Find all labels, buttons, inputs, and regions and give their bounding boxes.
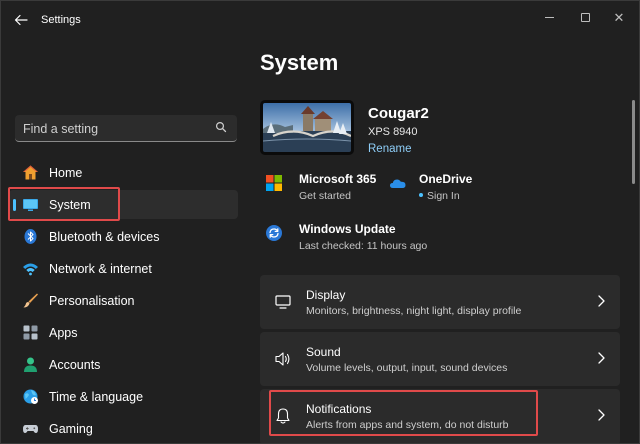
sync-icon [266, 225, 282, 241]
home-icon [23, 165, 38, 180]
sidebar-item-home[interactable]: Home [9, 158, 238, 187]
speaker-icon [275, 352, 290, 366]
apps-icon [23, 325, 38, 340]
sidebar-item-apps[interactable]: Apps [9, 318, 238, 347]
highlight-box-notifications [269, 390, 538, 436]
status-dot-icon [419, 193, 423, 198]
sidebar-item-label: Apps [49, 326, 78, 340]
display-settings-card[interactable]: Display Monitors, brightness, night ligh… [260, 275, 620, 329]
minimize-button[interactable] [536, 7, 562, 27]
onedrive-cloud-icon [390, 179, 406, 188]
card-title: Display [306, 288, 346, 302]
onedrive-title: OneDrive [419, 172, 473, 186]
sidebar-item-label: Network & internet [49, 262, 152, 276]
sound-settings-card[interactable]: Sound Volume levels, output, input, soun… [260, 332, 620, 386]
arrow-left-icon [14, 14, 28, 26]
onedrive-tile[interactable]: OneDrive Sign In [389, 172, 519, 206]
card-title: Sound [306, 345, 341, 359]
display-icon [275, 295, 291, 309]
maximize-icon [580, 12, 590, 22]
minimize-icon [544, 16, 554, 18]
onedrive-subtitle-text: Sign In [427, 190, 460, 202]
device-model: XPS 8940 [368, 126, 418, 138]
accounts-icon [24, 357, 37, 372]
sidebar-item-label: Bluetooth & devices [49, 230, 160, 244]
windows-update-tile[interactable]: Windows Update Last checked: 11 hours ag… [265, 222, 465, 256]
rename-link[interactable]: Rename [368, 143, 411, 155]
search-box[interactable] [15, 115, 237, 142]
sidebar-item-label: Personalisation [49, 294, 135, 308]
page-title: System [260, 50, 339, 75]
wallpaper-image [263, 103, 351, 152]
sidebar-item-label: Accounts [49, 358, 101, 372]
title-bar: Settings ✕ [1, 1, 639, 37]
back-button[interactable] [11, 10, 31, 30]
microsoft-365-title: Microsoft 365 [299, 172, 377, 186]
sidebar-item-accounts[interactable]: Accounts [9, 350, 238, 379]
app-title: Settings [41, 14, 81, 26]
time-language-icon [23, 389, 38, 404]
device-wallpaper-thumbnail[interactable] [260, 100, 354, 155]
card-subtitle: Volume levels, output, input, sound devi… [306, 362, 508, 374]
close-icon: ✕ [613, 9, 625, 25]
chevron-right-icon [598, 352, 605, 364]
chevron-right-icon [598, 409, 605, 421]
device-name: Cougar2 [368, 105, 429, 122]
sidebar-item-label: Time & language [49, 390, 144, 404]
microsoft-365-subtitle: Get started [299, 190, 351, 202]
sidebar-item-label: Gaming [49, 422, 93, 436]
microsoft-logo-icon [266, 175, 282, 191]
gaming-icon [23, 425, 38, 433]
maximize-button[interactable] [572, 7, 598, 27]
onedrive-subtitle: Sign In [419, 190, 460, 202]
sidebar-item-network[interactable]: Network & internet [9, 254, 238, 283]
windows-update-subtitle: Last checked: 11 hours ago [299, 240, 428, 252]
bluetooth-icon [24, 229, 37, 244]
sidebar-item-gaming[interactable]: Gaming [9, 414, 238, 443]
settings-window: Settings ✕ Home Syste [0, 0, 640, 444]
wifi-icon [23, 263, 38, 276]
sidebar-item-bluetooth[interactable]: Bluetooth & devices [9, 222, 238, 251]
search-input[interactable] [23, 120, 203, 137]
close-button[interactable]: ✕ [606, 7, 632, 27]
scrollbar-thumb[interactable] [632, 100, 635, 184]
sidebar-item-time-language[interactable]: Time & language [9, 382, 238, 411]
sidebar-item-personalisation[interactable]: Personalisation [9, 286, 238, 315]
highlight-box-system [8, 187, 120, 221]
card-subtitle: Monitors, brightness, night light, displ… [306, 305, 522, 317]
chevron-right-icon [598, 295, 605, 307]
search-icon[interactable] [215, 121, 227, 133]
brush-icon [23, 293, 38, 308]
microsoft-365-tile[interactable]: Microsoft 365 Get started [265, 172, 395, 206]
sidebar-item-label: Home [49, 166, 83, 180]
windows-update-title: Windows Update [299, 222, 396, 236]
